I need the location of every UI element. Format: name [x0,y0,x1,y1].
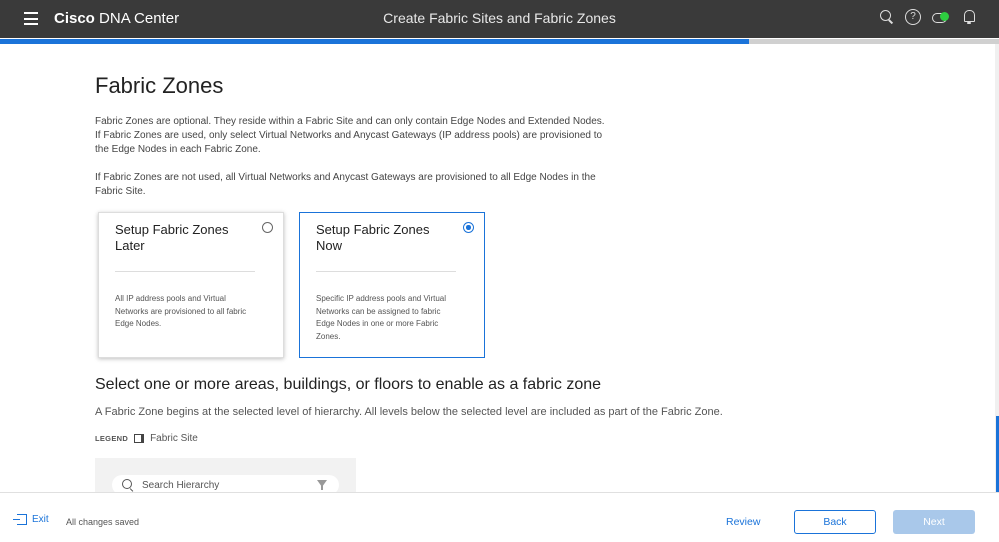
radio-button-now[interactable] [463,222,474,233]
option-description: Specific IP address pools and Virtual Ne… [316,294,447,341]
help-icon[interactable]: ? [905,9,921,25]
back-button[interactable]: Back [794,510,876,534]
wizard-progress-bar [0,39,999,44]
cloud-status-icon[interactable] [931,9,951,25]
hierarchy-search-input[interactable] [142,479,302,491]
option-card-now[interactable]: Setup Fabric Zones Now Specific IP addre… [299,212,485,358]
option-description: All IP address pools and Virtual Network… [115,294,247,328]
header-actions: ? [879,9,977,25]
exit-icon [13,514,27,525]
note-paragraph: If Fabric Zones are not used, all Virtua… [95,172,596,197]
bell-icon[interactable] [961,9,977,25]
section-description: A Fabric Zone begins at the selected lev… [95,406,723,418]
next-button[interactable]: Next [893,510,975,534]
page-heading: Create Fabric Sites and Fabric Zones [383,10,616,26]
search-icon[interactable] [879,9,895,25]
fabric-site-icon [134,434,145,443]
search-icon [122,479,134,491]
option-title: Setup Fabric Zones Now [316,222,430,253]
legend: LEGEND Fabric Site [95,433,198,444]
section-title: Select one or more areas, buildings, or … [95,376,602,393]
legend-label: LEGEND [95,434,129,443]
top-bar: Cisco DNA Center Create Fabric Sites and… [0,0,999,38]
card-divider [115,271,255,272]
page-title: Fabric Zones [95,73,224,98]
exit-button[interactable]: Exit [13,514,49,525]
option-title: Setup Fabric Zones Later [115,222,229,253]
progress-fill [0,39,750,44]
wizard-footer: Exit All changes saved Review Back Next [0,492,999,542]
review-link[interactable]: Review [726,516,760,528]
save-status: All changes saved [66,517,140,527]
legend-item: Fabric Site [150,433,198,444]
option-card-later[interactable]: Setup Fabric Zones Later All IP address … [98,212,284,358]
radio-button-later[interactable] [262,222,273,233]
intro-paragraph: Fabric Zones are optional. They reside w… [95,116,605,155]
exit-label: Exit [32,514,49,525]
filter-icon[interactable] [317,480,327,490]
card-divider [316,271,456,272]
